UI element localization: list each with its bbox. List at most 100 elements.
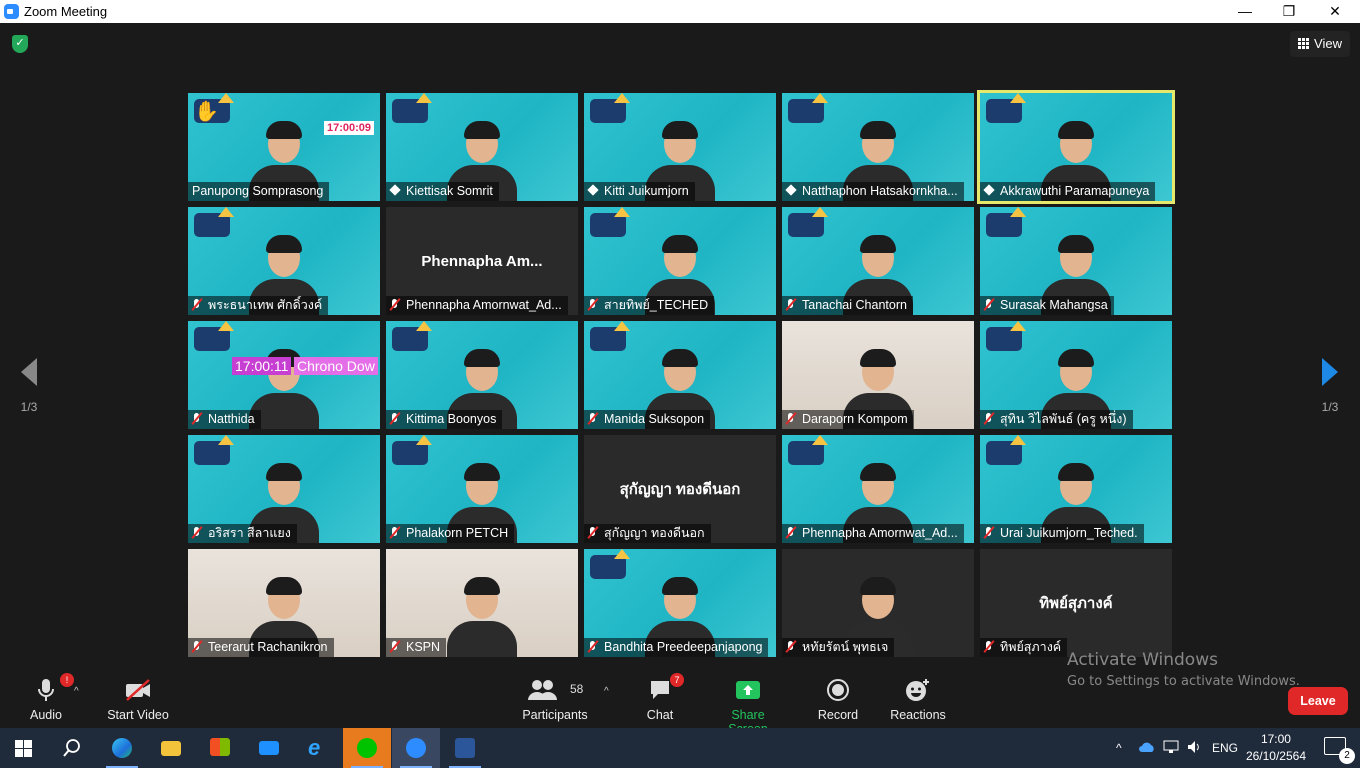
video-clock-overlay: 17:00:11	[232, 357, 292, 375]
mic-muted-icon	[984, 299, 994, 311]
participant-name: Panupong Somprasong	[192, 184, 324, 198]
audio-button[interactable]: ! Audio	[26, 673, 74, 722]
word-icon[interactable]	[441, 728, 489, 768]
participant-name: Natthida	[208, 412, 255, 426]
system-clock[interactable]: 17:00 26/10/2564	[1246, 731, 1306, 765]
record-icon	[816, 678, 860, 704]
participant-name-label: Urai Juikumjorn_Teched.	[980, 524, 1144, 543]
participant-tile[interactable]: Daraporn Kompom	[782, 321, 974, 429]
participant-name-label: Daraporn Kompom	[782, 410, 914, 429]
page-indicator-left: 1/3	[20, 400, 38, 414]
minimize-button[interactable]: —	[1222, 0, 1268, 23]
next-page-button[interactable]: 1/3	[1315, 358, 1345, 414]
reactions-smiley-icon	[888, 678, 948, 704]
participant-tile[interactable]: Phennapha Am... Phennapha Amornwat_Ad...	[386, 207, 578, 315]
participant-name: Teerarut Rachanikron	[208, 640, 328, 654]
participant-tile[interactable]: Akkrawuthi Paramapuneya	[977, 90, 1175, 204]
reactions-button[interactable]: Reactions	[888, 678, 948, 722]
mic-muted-icon	[390, 527, 400, 539]
participant-name-label: Panupong Somprasong	[188, 182, 330, 201]
mic-muted-icon	[192, 527, 202, 539]
mic-muted-icon	[786, 299, 796, 311]
pin-icon	[390, 185, 400, 197]
grid-view-icon	[1298, 38, 1310, 49]
participant-tile[interactable]: สุกัญญา ทองดีนอก สุกัญญา ทองดีนอก	[584, 435, 776, 543]
participant-name-label: Akkrawuthi Paramapuneya	[980, 182, 1156, 201]
windows-start-icon[interactable]	[0, 728, 48, 768]
virtual-background-logo	[392, 93, 432, 123]
virtual-background-logo	[788, 435, 828, 465]
participant-name: สุกัญญา ทองดีนอก	[604, 526, 705, 540]
chat-unread-badge: 7	[670, 673, 684, 687]
participants-options-caret-icon[interactable]: ^	[604, 686, 609, 697]
title-bar: Zoom Meeting — ❐ ✕	[0, 0, 1360, 23]
chat-button[interactable]: 7 Chat	[640, 673, 684, 722]
show-hidden-icons-chevron-icon[interactable]: ^	[1116, 728, 1122, 768]
volume-icon[interactable]	[1187, 728, 1205, 768]
participant-name: Phalakorn PETCH	[406, 526, 509, 540]
participant-tile[interactable]: 17:00:11 Chrono Dow Natthida	[188, 321, 380, 429]
virtual-background-logo	[788, 207, 828, 237]
view-button[interactable]: View	[1290, 31, 1350, 57]
search-icon[interactable]	[48, 728, 96, 768]
participant-tile[interactable]: ✋ 17:00:09 Panupong Somprasong	[188, 93, 380, 201]
participant-tile[interactable]: ทิพย์สุภางค์ ทิพย์สุภางค์	[980, 549, 1172, 657]
file-explorer-icon[interactable]	[147, 728, 195, 768]
participant-tile[interactable]: หทัยรัตน์ พุทธเจ	[782, 549, 974, 657]
participant-tile[interactable]: พระธนาเทพ ศักดิ์วงค์	[188, 207, 380, 315]
participant-tile[interactable]: Tanachai Chantorn	[782, 207, 974, 315]
participants-icon: 58	[520, 678, 590, 704]
close-button[interactable]: ✕	[1312, 0, 1358, 23]
participant-tile[interactable]: สุทิน วิไลพันธ์ (ครู หนึ่ง)	[980, 321, 1172, 429]
participant-name-label: สายทิพย์_TECHED	[584, 296, 715, 315]
action-center-icon[interactable]: 2	[1324, 737, 1355, 764]
record-button[interactable]: Record	[816, 678, 860, 722]
participants-label: Participants	[522, 708, 588, 722]
participant-name: หทัยรัตน์ พุทธเจ	[802, 640, 889, 654]
previous-page-button[interactable]: 1/3	[14, 358, 44, 414]
internet-explorer-icon[interactable]: e	[294, 728, 342, 768]
participants-button[interactable]: 58 Participants	[520, 678, 590, 722]
meeting-stage: ✓ View 1/3 1/3 ✋ 17:00:09 Panupong Sompras…	[0, 23, 1360, 670]
participant-name-label: สุกัญญา ทองดีนอก	[584, 524, 711, 543]
line-app-icon[interactable]	[343, 728, 391, 768]
mic-muted-icon	[390, 641, 400, 653]
maximize-button[interactable]: ❐	[1266, 0, 1312, 23]
participant-tile[interactable]: Urai Juikumjorn_Teched.	[980, 435, 1172, 543]
record-label: Record	[817, 708, 859, 722]
participant-tile[interactable]: Kiettisak Somrit	[386, 93, 578, 201]
leave-button[interactable]: Leave	[1288, 687, 1348, 715]
participant-tile[interactable]: Teerarut Rachanikron	[188, 549, 380, 657]
mic-muted-icon	[984, 527, 994, 539]
mic-muted-icon	[192, 413, 202, 425]
microsoft-store-icon[interactable]	[196, 728, 244, 768]
virtual-background-logo	[788, 93, 828, 123]
network-icon[interactable]	[1163, 728, 1181, 768]
participant-tile[interactable]: Kitti Juikumjorn	[584, 93, 776, 201]
page-indicator-right: 1/3	[1321, 400, 1339, 414]
zoom-taskbar-icon[interactable]	[392, 728, 440, 768]
edge-browser-icon[interactable]	[98, 728, 146, 768]
onedrive-cloud-icon[interactable]	[1138, 728, 1156, 768]
participant-tile[interactable]: Phalakorn PETCH	[386, 435, 578, 543]
participant-tile[interactable]: Manida Suksopon	[584, 321, 776, 429]
security-shield-icon[interactable]: ✓	[12, 35, 28, 53]
mic-muted-icon	[390, 299, 400, 311]
participant-name: Kittima Boonyos	[406, 412, 497, 426]
audio-options-caret-icon[interactable]: ^	[74, 686, 79, 697]
start-video-button[interactable]: Start Video	[104, 678, 172, 722]
input-language[interactable]: ENG	[1212, 728, 1238, 768]
participant-tile[interactable]: Kittima Boonyos	[386, 321, 578, 429]
mail-icon[interactable]	[245, 728, 293, 768]
participant-tile[interactable]: Natthaphon Hatsakornkha...	[782, 93, 974, 201]
participant-name-label: Kitti Juikumjorn	[584, 182, 695, 201]
participant-tile[interactable]: สายทิพย์_TECHED	[584, 207, 776, 315]
participant-tile[interactable]: อริสรา สีลาแยง	[188, 435, 380, 543]
pin-icon	[786, 185, 796, 197]
participant-tile[interactable]: Bandhita Preedeepanjapong	[584, 549, 776, 657]
chat-icon: 7	[640, 673, 684, 704]
windows-taskbar: e ^ ENG 17:00 26/10/2564 2	[0, 728, 1360, 768]
participant-tile[interactable]: KSPN	[386, 549, 578, 657]
participant-tile[interactable]: Phennapha Amornwat_Ad...	[782, 435, 974, 543]
participant-tile[interactable]: Surasak Mahangsa	[980, 207, 1172, 315]
